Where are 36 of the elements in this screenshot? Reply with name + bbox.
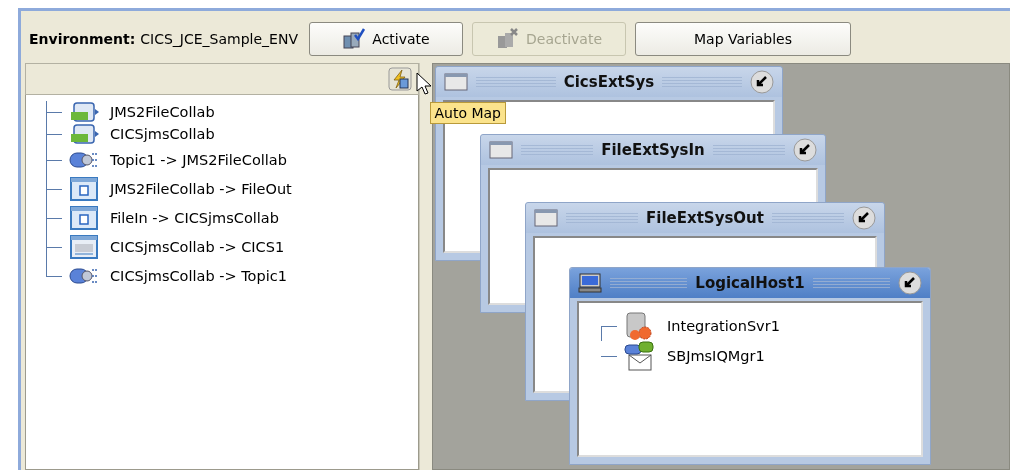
environment-label: Environment: (29, 31, 136, 47)
collaboration-icon (68, 123, 100, 145)
cursor-icon (416, 72, 432, 96)
window-title: CicsExtSys (563, 73, 655, 91)
file-icon (68, 205, 100, 230)
window-title: LogicalHost1 (695, 274, 805, 292)
tree-item[interactable]: JMS2FileCollab (38, 101, 418, 123)
computer-icon (578, 273, 602, 293)
minimize-icon[interactable] (898, 271, 922, 295)
map-variables-button[interactable]: Map Variables (635, 22, 851, 56)
window-title: FileExtSysIn (601, 141, 705, 159)
environment-name: CICS_JCE_Sample_ENV (140, 31, 298, 47)
tree-item[interactable]: Topic1 -> JMS2FileCollab (38, 145, 418, 174)
tree-item[interactable]: SBJmsIQMgr1 (593, 341, 921, 371)
activate-button[interactable]: Activate (309, 22, 463, 56)
window-title: FileExtSysOut (646, 209, 764, 227)
tree-item[interactable]: CICSjmsCollab -> Topic1 (38, 261, 418, 290)
queue-envelope-icon (623, 341, 657, 371)
tree-item[interactable]: JMS2FileCollab -> FileOut (38, 174, 418, 203)
auto-map-icon[interactable] (388, 67, 412, 91)
window-icon (534, 209, 558, 227)
tree-item[interactable]: IntegrationSvr1 (593, 311, 921, 341)
tree-item[interactable]: CICSjmsCollab (38, 123, 418, 145)
minimize-icon[interactable] (750, 70, 774, 94)
window-icon (444, 73, 468, 91)
window-icon (489, 141, 513, 159)
collaboration-icon (68, 101, 100, 123)
tree-item[interactable]: CICSjmsCollab -> CICS1 (38, 232, 418, 261)
cics-icon (68, 234, 100, 259)
minimize-icon[interactable] (793, 138, 817, 162)
file-icon (68, 176, 100, 201)
minimize-icon[interactable] (852, 206, 876, 230)
tree-item[interactable]: FileIn -> CICSjmsCollab (38, 203, 418, 232)
tooltip: Auto Map (429, 102, 506, 124)
check-server-icon (342, 28, 367, 50)
x-server-icon (496, 28, 520, 50)
